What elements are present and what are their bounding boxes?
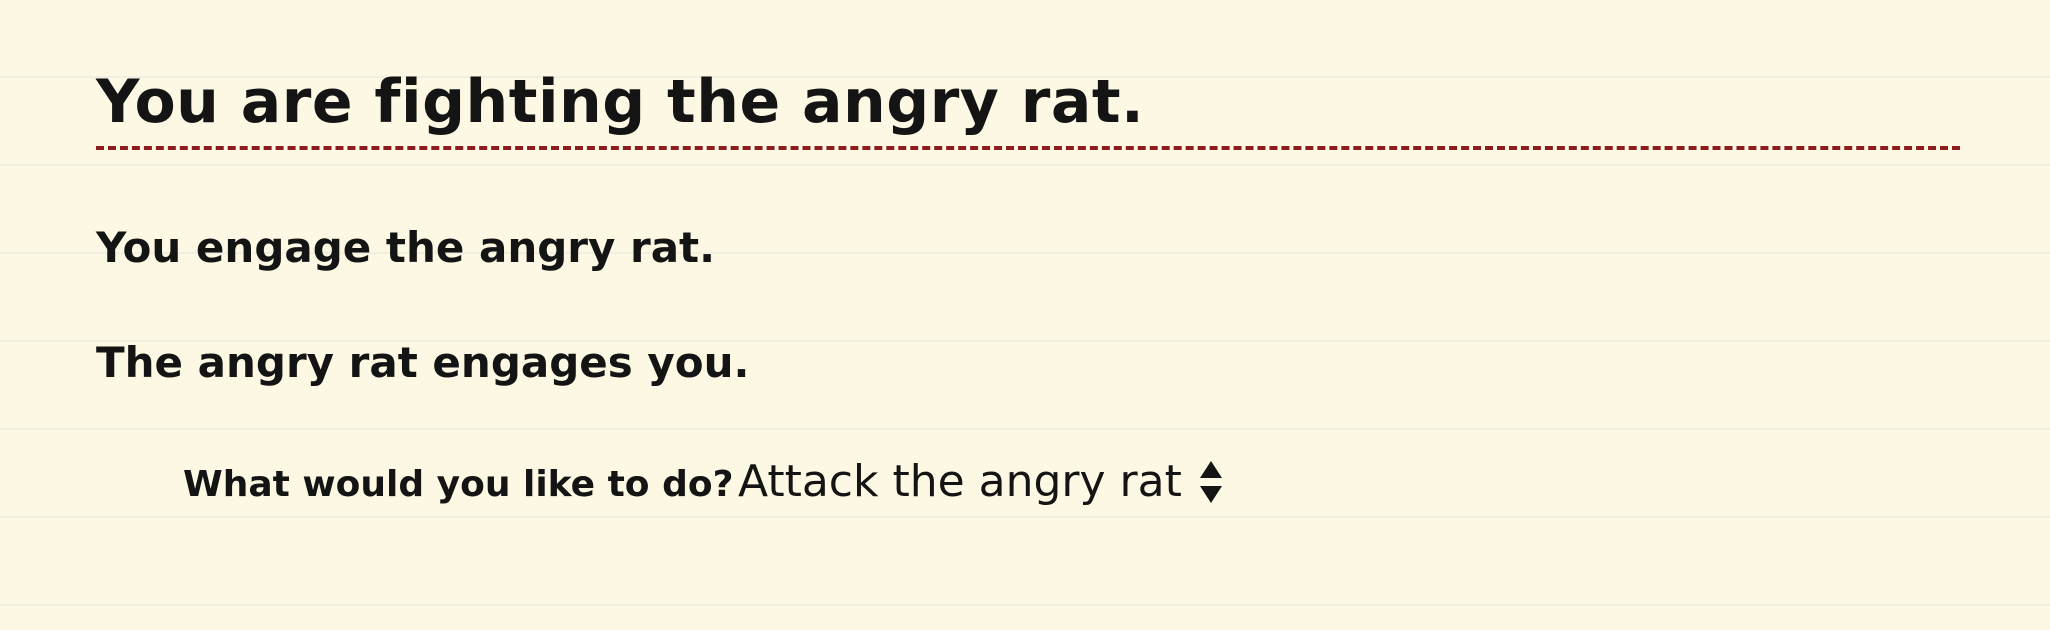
- ruled-line: [0, 428, 2050, 430]
- notebook-page: You are fighting the angry rat. You enga…: [0, 0, 2050, 630]
- up-down-arrows-icon: [1199, 461, 1222, 503]
- action-prompt: What would you like to do?: [183, 464, 734, 505]
- ruled-line: [0, 604, 2050, 606]
- action-select-value: Attack the angry rat: [738, 456, 1182, 507]
- combat-log-line: The angry rat engages you.: [96, 338, 750, 387]
- title-underline: [96, 146, 1960, 150]
- action-select[interactable]: Attack the angry rat: [738, 452, 1224, 512]
- page-title: You are fighting the angry rat.: [96, 67, 1145, 137]
- ruled-line: [0, 516, 2050, 518]
- ruled-line: [0, 164, 2050, 166]
- combat-log-line: You engage the angry rat.: [96, 223, 716, 272]
